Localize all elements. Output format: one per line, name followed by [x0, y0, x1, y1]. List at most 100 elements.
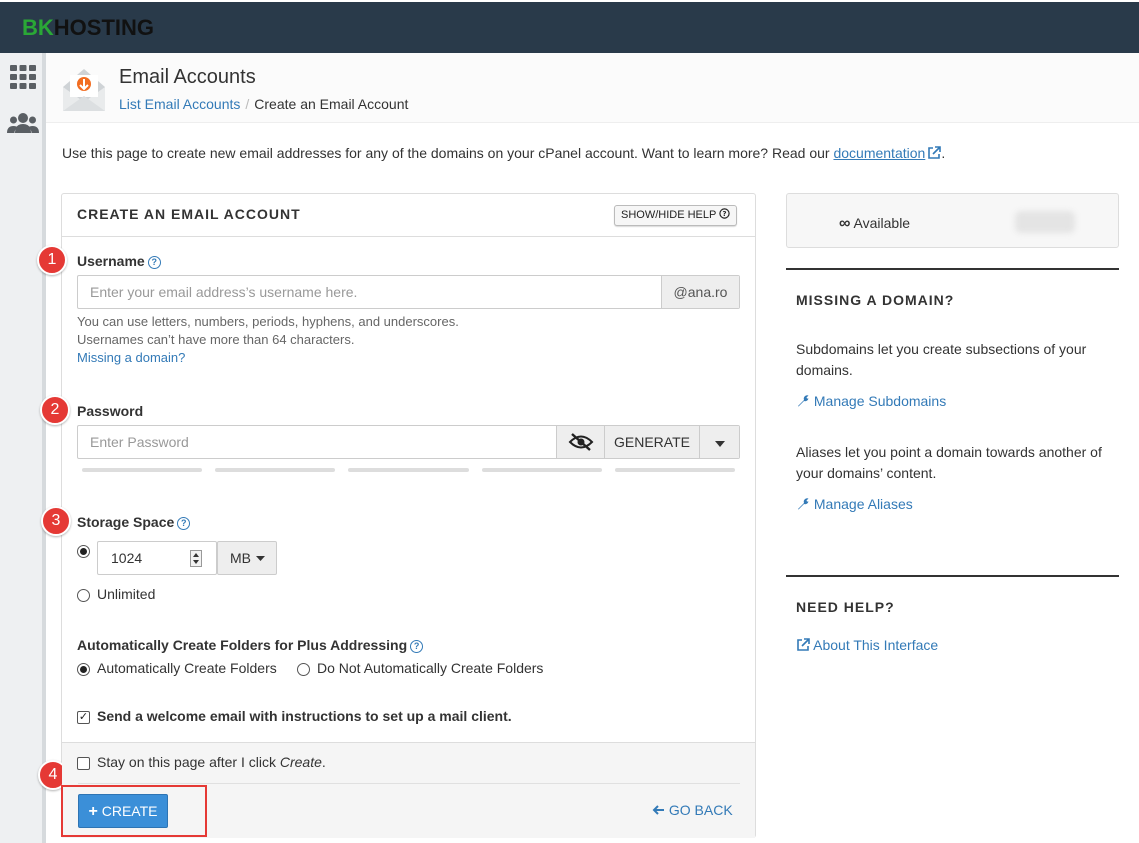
username-label: Username? — [77, 253, 161, 269]
storage-unlimited-radio[interactable] — [77, 589, 90, 602]
show-hide-help-label: SHOW/HIDE HELP — [621, 209, 717, 221]
caret-down-icon — [714, 441, 725, 447]
step-badge-3: 3 — [41, 506, 71, 536]
panel-header: CREATE AN EMAIL ACCOUNT SHOW/HIDE HELP ? — [62, 194, 755, 237]
strength-meter-segment-2 — [215, 468, 335, 472]
availability-label: Available — [853, 215, 911, 231]
storage-unit-dropdown[interactable]: MB — [217, 541, 277, 575]
footer-divider — [78, 783, 740, 784]
subdomains-description: Subdomains let you create subsections of… — [796, 341, 1087, 378]
welcome-email-checkbox[interactable]: ✓ — [77, 711, 90, 724]
stay-on-page-checkbox[interactable] — [77, 757, 90, 770]
documentation-link[interactable]: documentation — [833, 145, 925, 161]
storage-label: Storage Space? — [77, 514, 191, 530]
eye-slash-icon — [568, 433, 593, 451]
storage-help-icon[interactable]: ? — [177, 517, 191, 530]
manage-subdomains-label: Manage Subdomains — [813, 393, 947, 409]
stay-on-page-label: Stay on this page after I click Create. — [97, 754, 326, 770]
generate-password-button[interactable]: GENERATE — [604, 426, 699, 458]
auto-create-folders-radio[interactable] — [77, 663, 90, 676]
plus-addressing-label-text: Automatically Create Folders for Plus Ad… — [77, 637, 408, 653]
storage-spinner[interactable] — [190, 550, 202, 567]
infinity-icon: ∞ — [839, 215, 851, 232]
intro-text: Use this page to create new email addres… — [62, 145, 945, 161]
need-help-title: NEED HELP? — [796, 599, 895, 615]
strength-meter-segment-1 — [82, 468, 202, 472]
storage-value-input[interactable]: 1024 — [97, 541, 217, 575]
toggle-visibility-button[interactable] — [556, 426, 604, 458]
storage-custom-radio[interactable] — [77, 545, 90, 558]
arrow-left-icon — [652, 805, 664, 815]
intro-end: . — [941, 145, 946, 161]
plus-addressing-label: Automatically Create Folders for Plus Ad… — [77, 637, 424, 653]
create-button-label: CREATE — [101, 803, 158, 819]
domain-addon: @ana.ro — [661, 276, 739, 308]
show-hide-help-button[interactable]: SHOW/HIDE HELP ? — [614, 205, 738, 226]
step-badge-1: 1 — [37, 245, 67, 275]
stay-on-page-text: Stay on this page after I click — [97, 754, 280, 770]
brand-logo-part2: HOSTING — [53, 15, 155, 40]
plus-icon: + — [88, 803, 98, 820]
password-input[interactable]: Enter Password GENERATE — [77, 425, 740, 459]
users-icon[interactable] — [7, 109, 39, 137]
password-placeholder: Enter Password — [90, 434, 189, 450]
intro-sentence: Use this page to create new email addres… — [62, 145, 830, 161]
go-back-label: GO BACK — [668, 802, 733, 818]
manage-subdomains-link[interactable]: Manage Subdomains — [796, 393, 946, 409]
generate-options-dropdown[interactable] — [699, 426, 739, 458]
top-bar: BKHOSTING — [0, 0, 1139, 53]
password-label: Password — [77, 403, 144, 419]
manage-aliases-link[interactable]: Manage Aliases — [796, 496, 913, 512]
welcome-email-label: Send a welcome email with instructions t… — [97, 708, 512, 724]
strength-meter-segment-3 — [348, 468, 469, 472]
wrench-icon-2 — [798, 498, 809, 510]
breadcrumb-separator: / — [245, 96, 250, 112]
page-header: Email Accounts List Email Accounts / Creat… — [46, 53, 1139, 123]
unit-caret-down-icon — [256, 556, 265, 561]
svg-text:?: ? — [723, 210, 727, 218]
stay-on-page-end: . — [321, 754, 326, 770]
help-question-icon: ? — [719, 208, 730, 219]
missing-domain-link[interactable]: Missing a domain? — [77, 349, 185, 367]
username-help-icon[interactable]: ? — [147, 256, 161, 269]
panel-title: CREATE AN EMAIL ACCOUNT — [77, 206, 301, 222]
external-link-icon — [928, 146, 942, 159]
redacted-value — [1015, 211, 1075, 233]
spinner-arrows-icon — [193, 553, 199, 564]
username-input[interactable]: Enter your email address’s username here… — [77, 275, 740, 309]
availability-text: ∞ Available — [839, 215, 910, 233]
about-interface-label: About This Interface — [813, 637, 939, 653]
availability-box: ∞ Available — [786, 193, 1119, 248]
brand-logo[interactable]: BKHOSTING — [22, 15, 154, 41]
storage-label-text: Storage Space — [77, 514, 175, 530]
go-back-link[interactable]: GO BACK — [652, 802, 733, 818]
breadcrumb: List Email Accounts / Create an Email Acco… — [119, 96, 408, 112]
wrench-icon — [798, 395, 809, 407]
username-placeholder: Enter your email address’s username here… — [90, 284, 358, 300]
plus-addressing-help-icon[interactable]: ? — [410, 640, 424, 653]
no-auto-create-folders-radio[interactable] — [297, 663, 310, 676]
email-envelope-icon — [63, 69, 105, 111]
external-link-icon-2 — [797, 638, 810, 651]
stay-on-page-emphasis: Create — [279, 754, 322, 770]
breadcrumb-list-email-accounts[interactable]: List Email Accounts — [119, 96, 240, 112]
username-label-text: Username — [77, 253, 145, 269]
username-hint-chars: You can use letters, numbers, periods, h… — [77, 314, 459, 329]
no-auto-create-folders-label: Do Not Automatically Create Folders — [317, 660, 544, 676]
create-button[interactable]: + CREATE — [78, 794, 168, 828]
storage-unit: MB — [230, 550, 251, 566]
breadcrumb-current: Create an Email Account — [254, 96, 409, 112]
about-interface-link[interactable]: About This Interface — [796, 637, 938, 653]
step-badge-2: 2 — [40, 395, 70, 425]
left-rail — [0, 53, 46, 843]
username-hint-length: Usernames can’t have more than 64 charac… — [77, 332, 355, 347]
strength-meter-segment-5 — [615, 468, 735, 472]
storage-value: 1024 — [111, 550, 143, 566]
brand-logo-part1: BK — [22, 15, 54, 40]
apps-grid-icon[interactable] — [7, 63, 39, 91]
aliases-description: Aliases let you point a domain towards a… — [796, 444, 1102, 481]
sidebar-rule-1 — [786, 268, 1119, 270]
strength-meter-segment-4 — [482, 468, 602, 472]
storage-unlimited-label: Unlimited — [97, 586, 156, 602]
sidebar-rule-2 — [786, 575, 1119, 577]
